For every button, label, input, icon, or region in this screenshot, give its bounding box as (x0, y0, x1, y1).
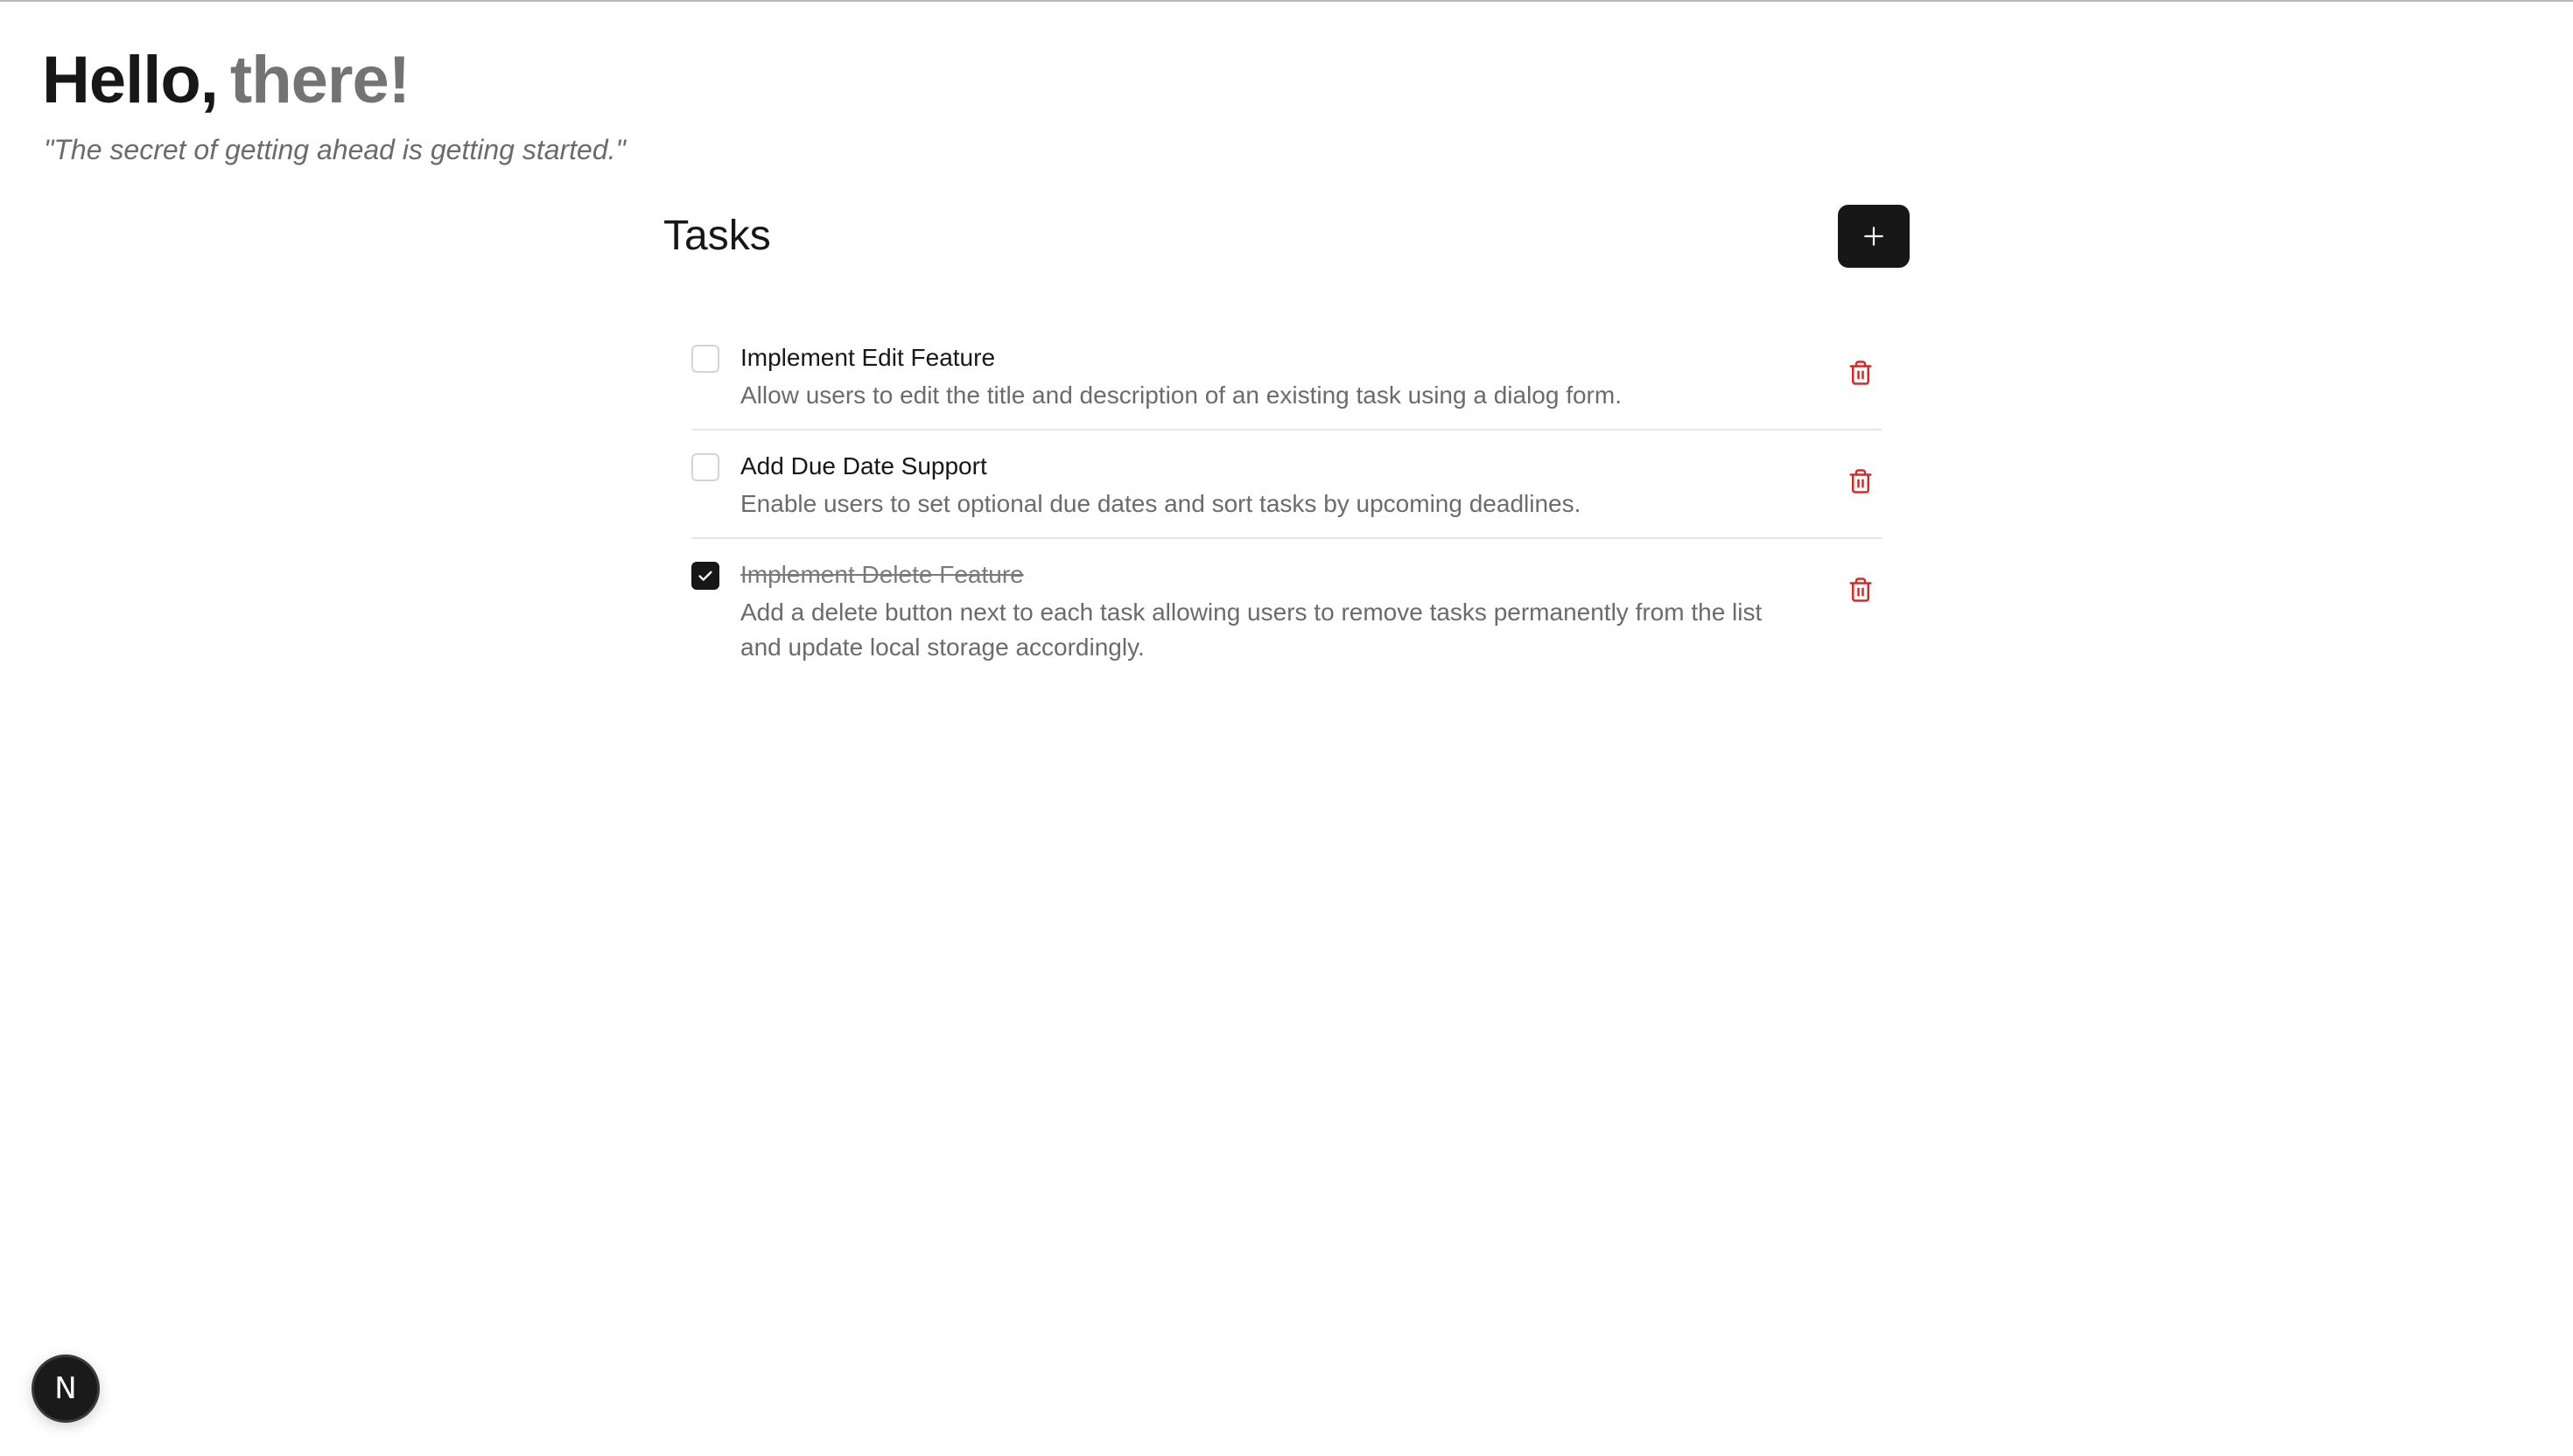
task-list: Implement Edit Feature Allow users to ed… (691, 322, 1882, 681)
task-description: Add a delete button next to each task al… (740, 598, 1763, 661)
delete-task-button[interactable] (1840, 352, 1882, 394)
greeting-name: there! (229, 43, 410, 117)
next-dev-indicator-button[interactable]: N (32, 1354, 100, 1423)
tasks-header: Tasks (663, 203, 1910, 270)
task-title: Implement Delete Feature (740, 561, 1024, 588)
delete-task-button[interactable] (1840, 460, 1882, 502)
task-body: Implement Edit Feature Allow users to ed… (740, 341, 1808, 413)
check-icon (698, 570, 712, 581)
task-checkbox-checked[interactable] (691, 562, 719, 590)
add-task-button[interactable] (1838, 205, 1910, 268)
top-border (0, 0, 2573, 2)
greeting-heading: Hello, there! (42, 38, 410, 122)
task-item: Add Due Date Support Enable users to set… (691, 430, 1882, 539)
trash-icon (1849, 360, 1872, 385)
trash-icon (1849, 578, 1872, 602)
trash-icon (1849, 469, 1872, 494)
next-logo-icon: N (54, 1371, 77, 1406)
task-checkbox[interactable] (691, 453, 719, 481)
task-checkbox[interactable] (691, 345, 719, 373)
task-body: Implement Delete Feature Add a delete bu… (740, 558, 1808, 665)
greeting-hello: Hello, (42, 43, 219, 117)
task-body: Add Due Date Support Enable users to set… (740, 450, 1808, 522)
delete-task-button[interactable] (1840, 569, 1882, 611)
tasks-title: Tasks (663, 213, 771, 259)
task-item: Implement Delete Feature Add a delete bu… (691, 539, 1882, 681)
task-title: Add Due Date Support (740, 452, 987, 480)
plus-icon (1864, 227, 1883, 246)
task-description: Allow users to edit the title and descri… (740, 382, 1622, 409)
tasks-panel: Tasks Implement Edit Feature Allow users… (663, 203, 1910, 661)
task-title: Implement Edit Feature (740, 344, 996, 371)
motivational-quote: "The secret of getting ahead is getting … (44, 134, 626, 165)
task-description: Enable users to set optional due dates a… (740, 490, 1581, 517)
task-item: Implement Edit Feature Allow users to ed… (691, 322, 1882, 430)
